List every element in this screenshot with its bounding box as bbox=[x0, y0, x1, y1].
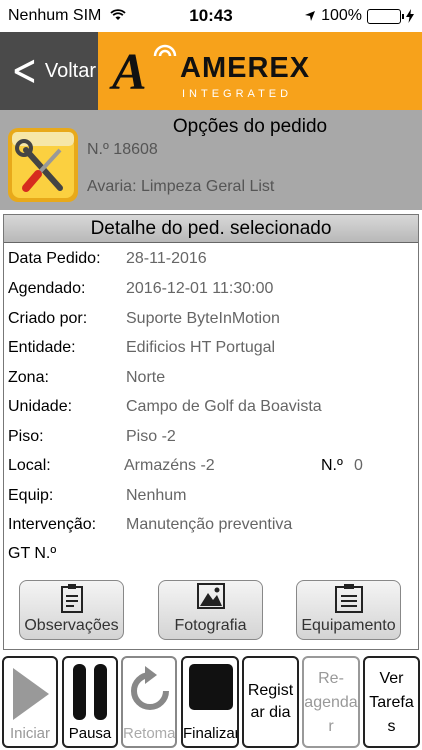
order-number: N.º 18608 bbox=[87, 141, 158, 158]
amerex-logo: A AMEREX INTEGRATED bbox=[112, 44, 309, 101]
chevron-left-icon: < bbox=[11, 45, 38, 96]
row-label: Criado por: bbox=[8, 310, 88, 327]
row-label: Intervenção: bbox=[8, 516, 97, 533]
row-label: Local: bbox=[8, 457, 51, 474]
details-title: Detalhe do ped. selecionado bbox=[4, 215, 418, 243]
observacoes-button[interactable]: Observações bbox=[19, 580, 124, 640]
row-value: Manutenção preventiva bbox=[126, 516, 293, 533]
equipamento-button[interactable]: Equipamento bbox=[296, 580, 401, 640]
retomar-label: Retomar bbox=[123, 725, 177, 742]
back-button[interactable]: < Voltar bbox=[0, 32, 98, 110]
observacoes-label: Observações bbox=[24, 617, 119, 634]
fotografia-button[interactable]: Fotografia bbox=[158, 580, 263, 640]
iniciar-label: Iniciar bbox=[9, 725, 50, 742]
pausa-label: Pausa bbox=[68, 725, 112, 742]
reagendar-label-2: agenda bbox=[304, 694, 358, 711]
row-label: Zona: bbox=[8, 369, 49, 386]
reagendar-label-1: Re- bbox=[318, 670, 344, 687]
charging-bolt-icon bbox=[406, 9, 414, 23]
ver-tarefas-button[interactable]: Ver Tarefa s bbox=[363, 656, 420, 748]
play-icon bbox=[13, 668, 49, 720]
retomar-button[interactable]: Retomar bbox=[121, 656, 177, 748]
logo-name: AMEREX bbox=[180, 52, 311, 84]
equipamento-label: Equipamento bbox=[301, 617, 396, 634]
row-value: 2016-12-01 11:30:00 bbox=[126, 280, 274, 297]
location-arrow-icon bbox=[305, 11, 316, 21]
iniciar-button[interactable]: Iniciar bbox=[2, 656, 58, 748]
details-panel: Detalhe do ped. selecionado Data Pedido:… bbox=[3, 214, 419, 650]
row-value: Norte bbox=[126, 369, 166, 386]
status-bar: Nenhum SIM 10:43 100% bbox=[0, 0, 422, 32]
registar-label-2: ar dia bbox=[250, 704, 291, 721]
row-label: Unidade: bbox=[8, 398, 73, 415]
logo-mark: A bbox=[112, 44, 147, 101]
row-value: Suporte ByteInMotion bbox=[126, 310, 280, 327]
ver-tarefas-label-3: s bbox=[387, 718, 396, 735]
status-right: 100% bbox=[304, 7, 414, 25]
fotografia-label: Fotografia bbox=[174, 617, 247, 634]
registar-label-1: Regist bbox=[247, 682, 294, 699]
ver-tarefas-label-1: Ver bbox=[379, 670, 404, 687]
logo-signal-icon bbox=[153, 44, 177, 57]
back-label: Voltar bbox=[44, 59, 97, 82]
ver-tarefas-label-2: Tarefa bbox=[369, 694, 414, 711]
pausa-button[interactable]: Pausa bbox=[62, 656, 118, 748]
battery-percent: 100% bbox=[321, 7, 362, 24]
row-value: Campo de Golf da Boavista bbox=[126, 398, 322, 415]
row-label: GT N.º bbox=[8, 545, 57, 562]
battery-icon bbox=[367, 8, 404, 24]
order-header: Opções do pedido N.º 18608 Avaria: Limpe… bbox=[0, 110, 422, 210]
finalizar-label: Finalizar bbox=[183, 725, 239, 742]
local-num-value: 0 bbox=[354, 457, 363, 474]
row-label: Entidade: bbox=[8, 339, 76, 356]
reagendar-label-3: r bbox=[328, 718, 334, 735]
pause-icon bbox=[73, 664, 107, 720]
row-label: Equip: bbox=[8, 487, 54, 504]
logo-subtitle: INTEGRATED bbox=[182, 88, 293, 100]
stop-icon bbox=[189, 664, 233, 710]
row-label: Agendado: bbox=[8, 280, 86, 297]
page-title: Opções do pedido bbox=[172, 116, 328, 137]
row-value: Piso -2 bbox=[126, 428, 176, 445]
local-num-label: N.º bbox=[321, 457, 343, 474]
finalizar-button[interactable]: Finalizar bbox=[181, 656, 239, 748]
clipboard-icon bbox=[334, 584, 363, 613]
nav-bar: < Voltar A AMEREX INTEGRATED bbox=[0, 32, 422, 110]
row-value: Armazéns -2 bbox=[124, 457, 215, 474]
row-label: Piso: bbox=[8, 428, 44, 445]
row-label: Data Pedido: bbox=[8, 250, 101, 267]
row-value: Nenhum bbox=[126, 487, 187, 504]
registar-dia-button[interactable]: Regist ar dia bbox=[242, 656, 299, 748]
row-value: 28-11-2016 bbox=[126, 250, 207, 267]
order-avaria: Avaria: Limpeza Geral List bbox=[87, 178, 275, 195]
reagendar-button[interactable]: Re- agenda r bbox=[302, 656, 360, 748]
photo-icon bbox=[196, 583, 225, 609]
refresh-icon bbox=[131, 666, 169, 710]
row-value: Edificios HT Portugal bbox=[126, 339, 276, 356]
tools-folder-icon bbox=[8, 128, 78, 202]
notes-icon bbox=[60, 584, 83, 613]
